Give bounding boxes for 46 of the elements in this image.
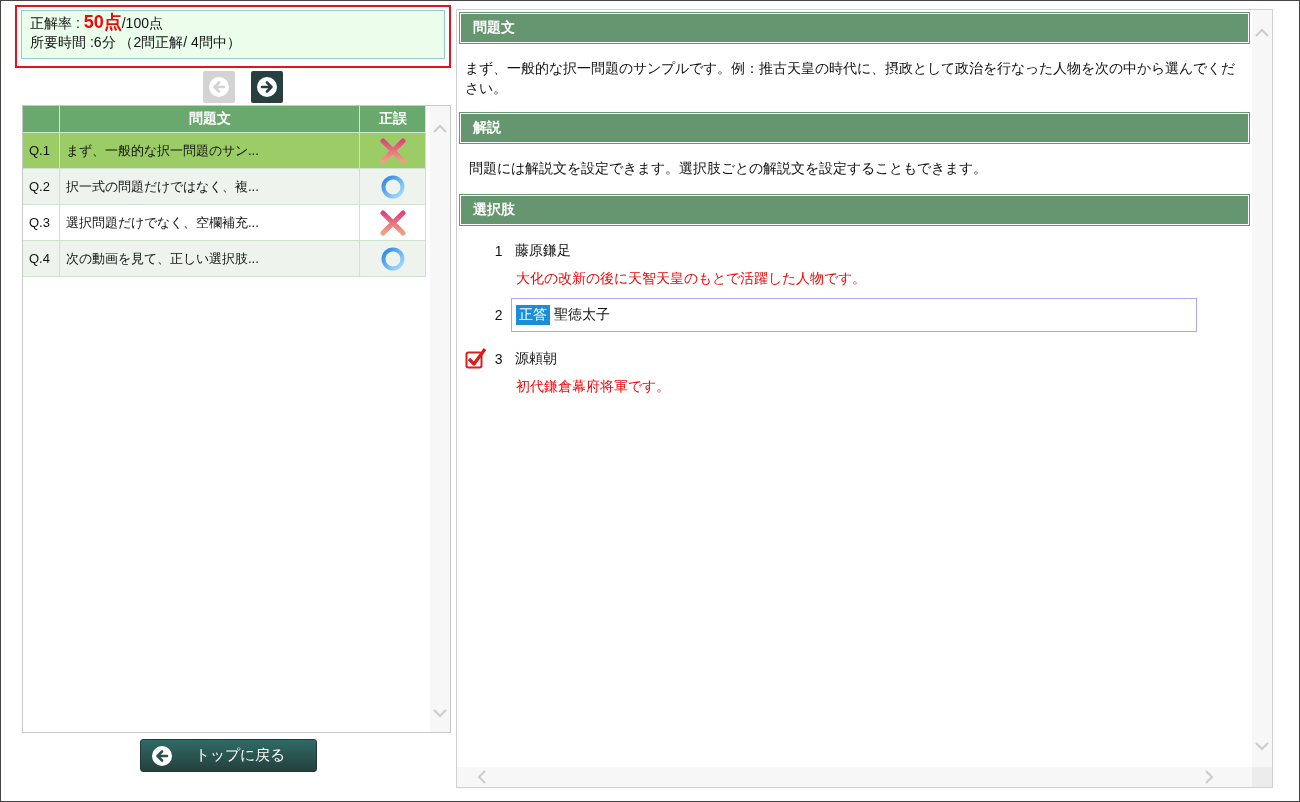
arrow-right-icon [255, 76, 278, 98]
column-header: 問題文 [60, 106, 360, 133]
horizontal-scrollbar[interactable] [456, 767, 1252, 787]
question-text: まず、一般的な択一問題のサンプルです。例：推古天皇の時代に、摂政として政治を行なった人物を次の中から選んでください。 [463, 59, 1236, 98]
chevron-down-icon [432, 709, 447, 718]
score-label: 正解率 : [30, 15, 80, 31]
question-text[interactable]: 次の動画を見て、正しい選択肢... [60, 241, 360, 277]
question-number[interactable]: Q.1 [23, 133, 60, 169]
section-heading: 選択肢 [458, 194, 1250, 226]
choice-number: 3 [493, 351, 504, 367]
arrow-left-icon [207, 76, 230, 98]
choice-comment: 大化の改新の後に天智天皇のもとで活躍した人物です。 [514, 269, 867, 288]
choice-comment: 初代鎌倉幕府将軍です。 [514, 377, 671, 396]
section-heading: 解説 [458, 112, 1250, 144]
chevron-left-icon [476, 770, 486, 784]
vertical-scrollbar[interactable] [1252, 10, 1272, 767]
correct-answer-tag: 正答 [515, 305, 550, 325]
choice-number: 1 [493, 243, 504, 259]
question-number[interactable]: Q.2 [23, 169, 60, 205]
question-text[interactable]: 択一式の問題だけではなく、複... [60, 169, 360, 205]
arrow-left-icon [151, 744, 173, 767]
chevron-down-icon [1255, 742, 1269, 751]
choice-text: 聖徳太子 [553, 306, 610, 324]
score-value: 50点 [83, 12, 122, 32]
chevron-up-icon [1255, 28, 1269, 37]
question-text[interactable]: まず、一般的な択一問題のサン... [60, 133, 360, 169]
choice-text: 藤原鎌足 [514, 242, 571, 260]
explanation-text: 問題には解説文を設定できます。選択肢ごとの解説文を設定することもできます。 [467, 159, 988, 178]
section-heading: 問題文 [458, 12, 1250, 44]
chevron-right-icon [1205, 770, 1214, 784]
time-text: 所要時間 :6分 （2問正解/ 4問中） [30, 33, 242, 52]
column-header: 正誤 [360, 106, 426, 133]
score-total: /100点 [121, 15, 163, 31]
chevron-up-icon [432, 124, 447, 133]
choice-number: 2 [493, 307, 504, 323]
vertical-scrollbar[interactable] [429, 106, 450, 732]
question-number[interactable]: Q.3 [23, 205, 60, 241]
choice-item[interactable]: 3 源頼朝 初代鎌倉幕府将軍です。 [464, 344, 1250, 406]
choice-item[interactable]: 1 藤原鎌足 大化の改新の後に天智天皇のもとで活躍した人物です。 [464, 236, 1250, 298]
back-to-top-button[interactable]: トップに戻る [140, 739, 317, 772]
question-text[interactable]: 選択問題だけでなく、空欄補充... [60, 205, 360, 241]
choice-item[interactable]: 2 正答 聖徳太子 [464, 298, 1250, 344]
choice-text: 源頼朝 [514, 350, 557, 368]
next-button[interactable] [250, 71, 283, 103]
question-number[interactable]: Q.4 [23, 241, 60, 277]
scrollbar-corner [1252, 767, 1272, 787]
